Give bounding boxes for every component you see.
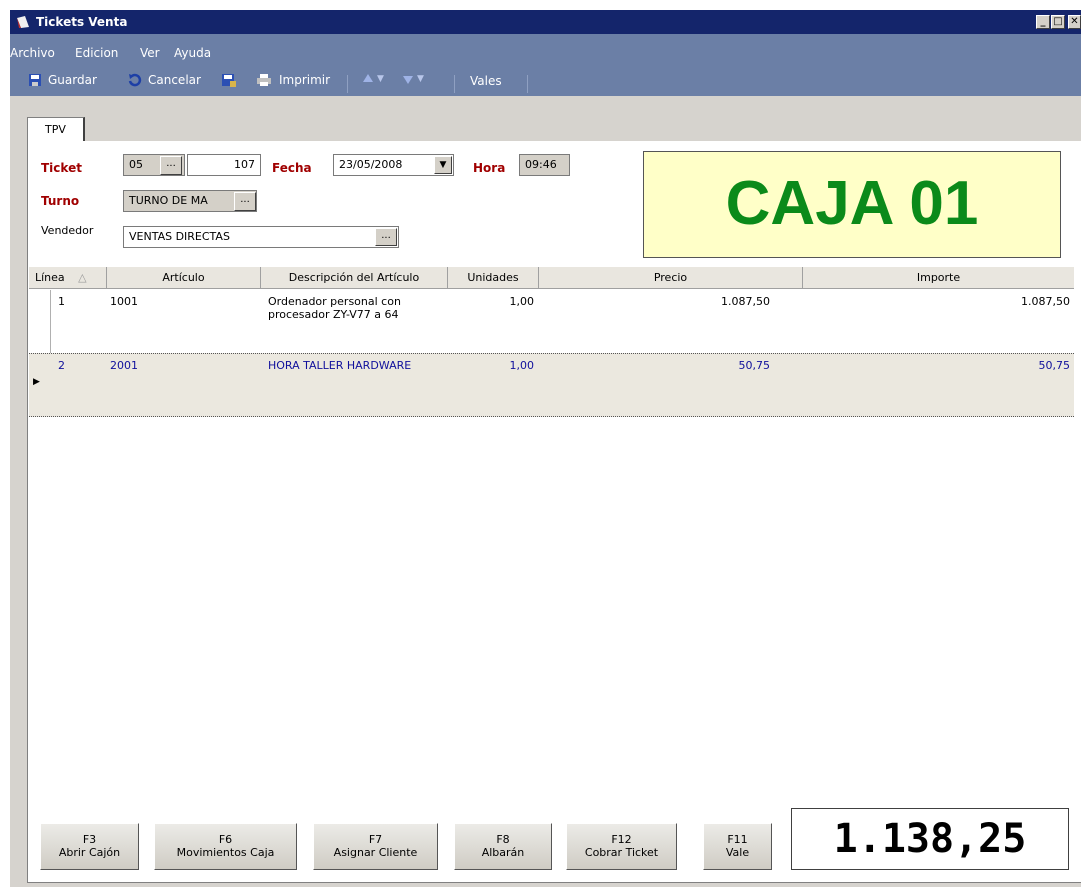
table-row[interactable]: 1 1001 Ordenador personal con procesador… [29, 290, 1074, 353]
printer-icon [257, 74, 271, 86]
vales-button[interactable]: Vales [470, 74, 502, 88]
vendedor-lookup-button[interactable]: ... [375, 228, 397, 246]
button-key: F6 [218, 833, 233, 846]
ticket-series-lookup-button[interactable]: ... [160, 156, 182, 175]
cell-importe: 1.087,50 [1021, 295, 1070, 308]
column-header-precio[interactable]: Precio [539, 267, 803, 289]
maximize-button[interactable]: □ [1051, 15, 1065, 29]
vendedor-field[interactable]: VENTAS DIRECTAS [123, 226, 399, 248]
nav-down-button[interactable]: ▼ [402, 73, 424, 85]
window-title: Tickets Venta [36, 15, 128, 29]
cobrar-ticket-button[interactable]: F12 Cobrar Ticket [566, 823, 677, 870]
title-bar: Tickets Venta _ □ ✕ [10, 10, 1081, 34]
tab-tpv[interactable]: TPV [27, 117, 85, 142]
nav-up-button[interactable]: ▼ [362, 73, 384, 85]
button-key: F12 [611, 833, 632, 846]
hora-label: Hora [473, 161, 506, 175]
fecha-label: Fecha [272, 161, 312, 175]
arrow-down-icon [403, 76, 413, 84]
abrir-cajon-button[interactable]: F3 Abrir Cajón [40, 823, 139, 870]
fecha-dropdown-button[interactable]: ▼ [434, 156, 452, 174]
table-row-selected[interactable]: ▶ 2 2001 HORA TALLER HARDWARE 1,00 50,75… [29, 353, 1074, 417]
turno-label: Turno [41, 194, 80, 208]
cell-descripcion: HORA TALLER HARDWARE [268, 359, 412, 372]
column-header-articulo[interactable]: Artículo [107, 267, 261, 289]
fecha-value: 23/05/2008 [339, 158, 403, 171]
toolbar-separator [454, 75, 455, 93]
turno-value: TURNO DE MA [129, 194, 208, 207]
column-header-linea[interactable]: Línea △ [29, 267, 107, 289]
cell-unidades: 1,00 [509, 359, 535, 372]
menu-ver[interactable]: Ver [140, 46, 160, 60]
cell-descripcion: Ordenador personal con procesador ZY-V77… [268, 295, 401, 321]
button-label: Vale [725, 846, 750, 859]
ticket-series-value: 05 [129, 158, 143, 171]
caja-display: CAJA 01 [643, 151, 1061, 258]
app-icon [17, 16, 29, 28]
hora-field[interactable]: 09:46 [519, 154, 570, 176]
vendedor-value: VENTAS DIRECTAS [129, 230, 230, 243]
print-button[interactable]: Imprimir [256, 73, 330, 87]
ticket-number-field[interactable]: 107 [187, 154, 261, 176]
vendedor-label: Vendedor [41, 224, 94, 237]
current-row-arrow-icon: ▶ [33, 377, 40, 387]
save-label: Guardar [48, 73, 97, 87]
column-header-importe[interactable]: Importe [803, 267, 1074, 289]
button-key: F7 [368, 833, 383, 846]
column-header-unidades[interactable]: Unidades [448, 267, 539, 289]
save-as-button[interactable] [221, 73, 237, 91]
button-label: Albarán [481, 846, 525, 859]
column-header-linea-label: Línea [35, 271, 65, 284]
cancel-label: Cancelar [148, 73, 201, 87]
button-label: Abrir Cajón [58, 846, 121, 859]
cancel-button[interactable]: Cancelar [128, 73, 201, 87]
button-key: F8 [496, 833, 510, 846]
toolbar-separator [347, 75, 348, 93]
cell-linea: 2 [58, 359, 65, 372]
dropdown-arrow-icon: ▼ [417, 74, 424, 84]
menu-archivo[interactable]: Archivo [10, 46, 55, 60]
turno-lookup-button[interactable]: ... [234, 192, 256, 211]
save-button[interactable]: Guardar [28, 73, 97, 87]
arrow-up-icon [363, 74, 373, 82]
sort-ascending-icon: △ [78, 271, 87, 284]
button-label: Movimientos Caja [176, 846, 275, 859]
movimientos-caja-button[interactable]: F6 Movimientos Caja [154, 823, 297, 870]
button-label: Cobrar Ticket [584, 846, 659, 859]
save-as-icon [222, 74, 236, 87]
cell-precio: 50,75 [738, 359, 771, 372]
close-button[interactable]: ✕ [1068, 15, 1081, 29]
toolbar-separator [527, 75, 528, 93]
chevron-down-icon: ▼ [439, 160, 447, 170]
button-key: F3 [82, 833, 97, 846]
asignar-cliente-button[interactable]: F7 Asignar Cliente [313, 823, 438, 870]
cell-importe: 50,75 [1038, 359, 1071, 372]
cell-linea: 1 [58, 295, 65, 308]
cell-articulo: 2001 [110, 359, 138, 372]
albaran-button[interactable]: F8 Albarán [454, 823, 552, 870]
vale-button[interactable]: F11 Vale [703, 823, 772, 870]
undo-icon [128, 73, 142, 87]
dropdown-arrow-icon: ▼ [377, 74, 384, 84]
print-label: Imprimir [279, 73, 331, 87]
menu-ayuda[interactable]: Ayuda [174, 46, 211, 60]
cell-unidades: 1,00 [509, 295, 535, 308]
cell-articulo: 1001 [110, 295, 138, 308]
ticket-label: Ticket [41, 161, 82, 175]
cell-precio: 1.087,50 [721, 295, 770, 308]
menu-edicion[interactable]: Edicion [75, 46, 118, 60]
button-label: Asignar Cliente [333, 846, 418, 859]
save-icon [29, 74, 41, 86]
button-key: F11 [727, 833, 748, 846]
minimize-button[interactable]: _ [1036, 15, 1050, 29]
total-display: 1.138,25 [791, 808, 1069, 870]
column-header-descripcion[interactable]: Descripción del Artículo [261, 267, 448, 289]
